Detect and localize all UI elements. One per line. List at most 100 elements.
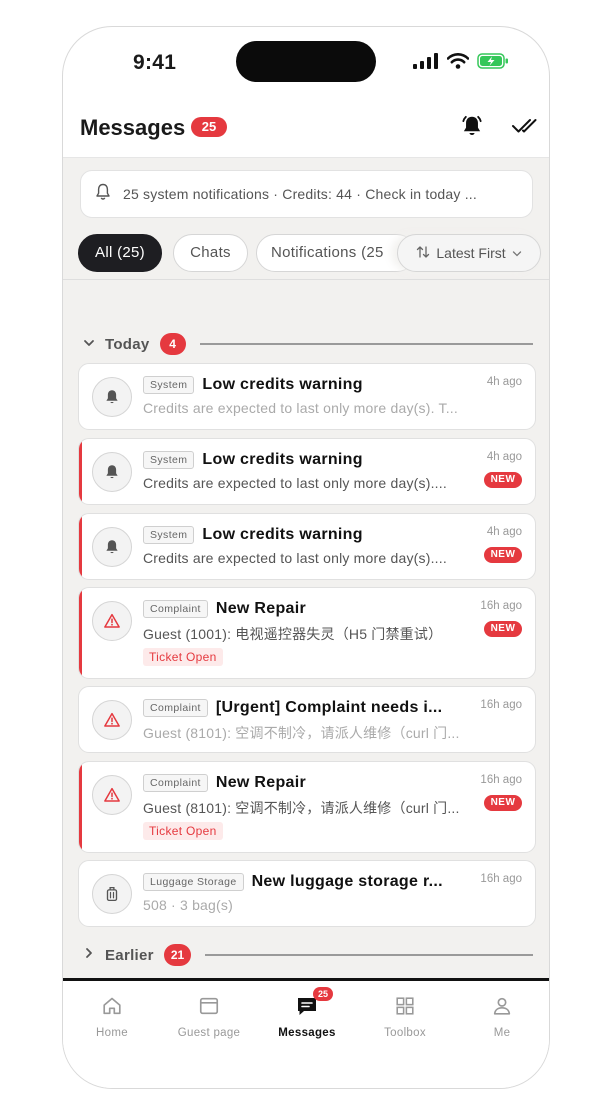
message-time: 4h ago — [486, 526, 522, 538]
nav-me[interactable]: Me — [453, 991, 549, 1039]
grid-icon — [356, 991, 454, 1021]
tab-chats[interactable]: Chats — [173, 234, 248, 272]
notification-bell-icon[interactable] — [459, 113, 485, 144]
message-preview: Credits are expected to last only more d… — [143, 400, 458, 416]
nav-label: Me — [493, 1027, 511, 1039]
chat-icon: 25 — [258, 987, 356, 1021]
mark-all-read-icon[interactable] — [511, 115, 539, 142]
card-header: System Low credits warning — [143, 526, 457, 544]
signal-icon — [413, 53, 439, 74]
card-header: System Low credits warning — [143, 451, 457, 469]
message-time: 4h ago — [486, 376, 522, 388]
nav-toolbox[interactable]: Toolbox — [356, 991, 454, 1039]
message-time: 16h ago — [480, 699, 522, 711]
message-title: Low credits warning — [202, 526, 363, 543]
message-preview: Guest (8101): 空调不制冷，请派人维修（curl 门... — [143, 725, 460, 741]
bottom-navigation: Home Guest page 25 Messages Toolbox Me — [63, 978, 549, 1088]
warning-icon — [92, 601, 132, 641]
section-divider — [205, 954, 533, 956]
message-preview: 508 · 3 bag(s) — [143, 897, 233, 913]
nav-label: Toolbox — [384, 1027, 426, 1039]
chevron-right-icon — [83, 946, 95, 964]
nav-home[interactable]: Home — [63, 991, 161, 1039]
section-earlier-count: 21 — [163, 944, 192, 966]
filter-divider — [63, 279, 549, 280]
message-preview: Credits are expected to last only more d… — [143, 475, 447, 491]
bell-outline-icon — [95, 183, 111, 206]
section-today-count: 4 — [159, 333, 186, 355]
category-tag: System — [143, 451, 195, 469]
tab-all[interactable]: All (25) — [78, 234, 162, 272]
nav-label: Home — [96, 1027, 128, 1039]
new-badge: NEW — [484, 621, 522, 637]
message-time: 16h ago — [480, 873, 522, 885]
category-tag: System — [143, 376, 195, 394]
tab-notifications[interactable]: Notifications (25 — [256, 234, 416, 272]
message-time: 16h ago — [480, 600, 522, 612]
user-icon — [453, 991, 549, 1021]
status-time: 9:41 — [133, 51, 177, 74]
card-header: System Low credits warning — [143, 376, 457, 394]
card-header: Luggage Storage New luggage storage r... — [143, 873, 457, 891]
nav-label: Guest page — [177, 1027, 241, 1039]
message-card[interactable]: Complaint [Urgent] Complaint needs i... … — [78, 686, 536, 753]
section-earlier-header[interactable]: Earlier 21 — [83, 943, 533, 967]
page-title: Messages — [80, 115, 186, 140]
ticket-status-tag: Ticket Open — [143, 648, 223, 666]
status-bar: 9:41 — [63, 27, 549, 107]
message-list-area[interactable]: 25 system notifications · Credits: 44 · … — [63, 158, 549, 978]
message-title: New Repair — [215, 600, 307, 617]
bell-icon — [92, 377, 132, 417]
ticket-status-tag: Ticket Open — [143, 822, 223, 840]
message-preview: Guest (8101): 空调不制冷，请派人维修（curl 门... — [143, 800, 460, 816]
message-card[interactable]: System Low credits warning Credits are e… — [78, 513, 536, 580]
warning-icon — [92, 700, 132, 740]
new-badge: NEW — [484, 472, 522, 488]
new-badge: NEW — [484, 795, 522, 811]
filter-bar: All (25) Chats Notifications (25 Latest … — [63, 234, 549, 278]
message-card[interactable]: Complaint New Repair Guest (1001): 电视遥控器… — [78, 587, 536, 679]
nav-messages[interactable]: 25 Messages — [258, 987, 356, 1039]
message-title: [Urgent] Complaint needs i... — [215, 699, 443, 716]
message-title: Low credits warning — [202, 376, 363, 393]
bell-icon — [92, 452, 132, 492]
sort-arrows-icon — [416, 245, 430, 262]
chevron-down-icon — [512, 245, 522, 261]
battery-charging-icon — [477, 53, 509, 74]
sort-label: Latest First — [436, 245, 506, 261]
message-time: 4h ago — [486, 451, 522, 463]
app-header: Messages 25 — [63, 107, 549, 157]
message-title: New luggage storage r... — [251, 873, 443, 890]
section-today-label: Today — [105, 335, 150, 353]
luggage-icon — [92, 874, 132, 914]
message-title: New Repair — [215, 774, 307, 791]
unread-count-badge: 25 — [191, 117, 227, 137]
message-card[interactable]: Luggage Storage New luggage storage r...… — [78, 860, 536, 927]
sort-dropdown[interactable]: Latest First — [397, 234, 541, 272]
bell-icon — [92, 527, 132, 567]
section-today-header[interactable]: Today 4 — [83, 332, 533, 356]
phone-frame: 9:41 Messages 25 25 system notifications… — [62, 26, 550, 1089]
message-card[interactable]: Complaint New Repair Guest (8101): 空调不制冷… — [78, 761, 536, 853]
card-header: Complaint New Repair — [143, 774, 457, 792]
browser-window-icon — [160, 991, 258, 1021]
message-card[interactable]: System Low credits warning Credits are e… — [78, 363, 536, 430]
message-preview: Credits are expected to last only more d… — [143, 550, 447, 566]
nav-guest-page[interactable]: Guest page — [160, 991, 258, 1039]
message-title: Low credits warning — [202, 451, 363, 468]
message-preview: Guest (1001): 电视遥控器失灵（H5 门禁重试） — [143, 626, 443, 642]
status-icons — [413, 53, 509, 74]
category-tag: Complaint — [143, 600, 208, 618]
warning-icon — [92, 775, 132, 815]
chevron-down-icon — [83, 335, 95, 353]
new-badge: NEW — [484, 547, 522, 563]
home-icon — [63, 991, 161, 1021]
card-header: Complaint New Repair — [143, 600, 457, 618]
wifi-icon — [446, 53, 470, 74]
system-notification-banner[interactable]: 25 system notifications · Credits: 44 · … — [80, 170, 533, 218]
messages-badge: 25 — [313, 987, 333, 1001]
category-tag: System — [143, 526, 195, 544]
message-card[interactable]: System Low credits warning Credits are e… — [78, 438, 536, 505]
message-time: 16h ago — [480, 774, 522, 786]
system-banner-text: 25 system notifications · Credits: 44 · … — [123, 186, 477, 202]
